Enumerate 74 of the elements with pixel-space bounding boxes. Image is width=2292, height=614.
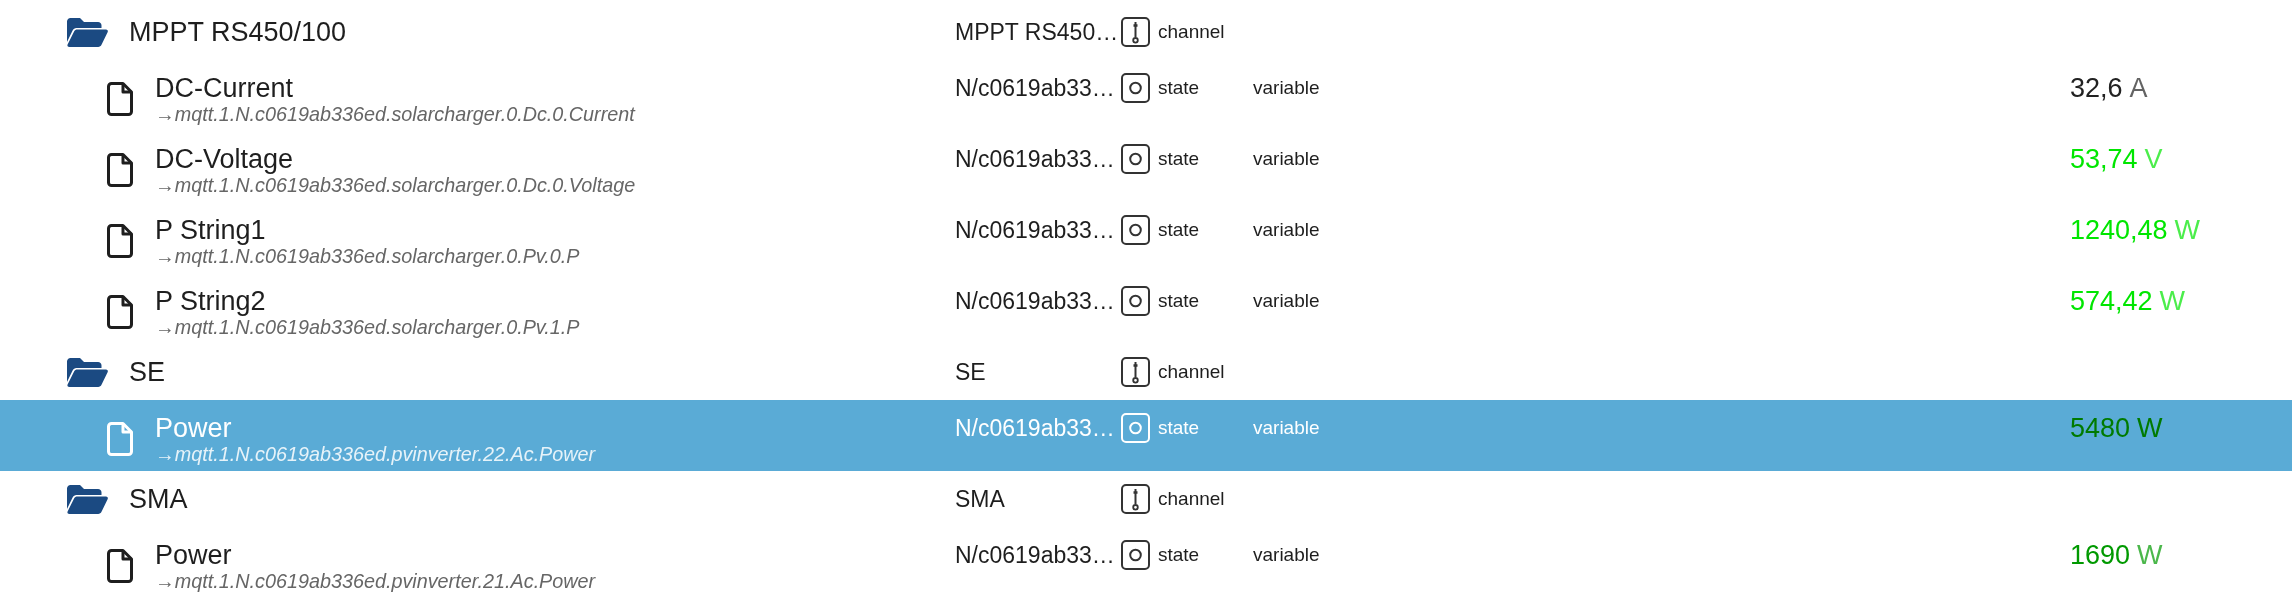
circle-box-icon bbox=[1121, 144, 1150, 174]
object-id: MPPT RS450… bbox=[955, 19, 1119, 45]
alias-path: →mqtt.1.N.c0619ab336ed.pvinverter.22.Ac.Power bbox=[155, 443, 596, 465]
unit-label: V bbox=[2144, 144, 2163, 174]
role-label: variable bbox=[1253, 290, 1320, 311]
state-value: 5480 bbox=[2070, 413, 2131, 443]
unit-label: W bbox=[2159, 286, 2186, 316]
tree-row[interactable]: SE SE channel bbox=[0, 344, 2292, 400]
type-label: state bbox=[1158, 218, 1200, 242]
document-icon bbox=[107, 295, 133, 329]
document-icon bbox=[107, 82, 133, 116]
state-name: DC-Current bbox=[155, 73, 295, 103]
document-icon bbox=[107, 153, 133, 187]
document-icon bbox=[107, 549, 133, 583]
role-label: variable bbox=[1253, 544, 1320, 565]
pin-box-icon bbox=[1121, 357, 1150, 387]
tree-row[interactable]: P String1 →mqtt.1.N.c0619ab336ed.solarcharger.0.Pv.0.P N/c0619ab33… state variable 1240,48 W bbox=[0, 202, 2292, 273]
folder-name: SMA bbox=[129, 484, 188, 514]
tree-row[interactable]: SMA SMA channel bbox=[0, 471, 2292, 527]
state-name: DC-Voltage bbox=[155, 144, 295, 174]
object-id: N/c0619ab33… bbox=[955, 217, 1115, 243]
tree-row[interactable]: DC-Voltage →mqtt.1.N.c0619ab336ed.solarcharger.0.Dc.0.Voltage N/c0619ab33… state variable 53,74 V bbox=[0, 131, 2292, 202]
type-label: state bbox=[1158, 289, 1200, 313]
type-label: state bbox=[1158, 76, 1200, 100]
circle-box-icon bbox=[1121, 73, 1150, 103]
alias-path: →mqtt.1.N.c0619ab336ed.pvinverter.21.Ac.Power bbox=[155, 570, 596, 592]
state-value: 574,42 bbox=[2070, 286, 2153, 316]
circle-box-icon bbox=[1121, 215, 1150, 245]
type-label: state bbox=[1158, 416, 1200, 440]
document-icon bbox=[107, 224, 133, 258]
object-id: SE bbox=[955, 359, 986, 385]
tree-row[interactable]: DC-Current →mqtt.1.N.c0619ab336ed.solarcharger.0.Dc.0.Current N/c0619ab33… state variable 32,6 A bbox=[0, 60, 2292, 131]
role-label: variable bbox=[1253, 417, 1320, 438]
role-label: variable bbox=[1253, 148, 1320, 169]
tree-row[interactable]: MPPT RS450/100 MPPT RS450… channel bbox=[0, 4, 2292, 60]
pin-box-icon bbox=[1121, 17, 1150, 47]
state-value: 1240,48 bbox=[2070, 215, 2168, 245]
object-id: N/c0619ab33… bbox=[955, 75, 1115, 101]
alias-path: →mqtt.1.N.c0619ab336ed.solarcharger.0.Pv.1.P bbox=[155, 316, 580, 338]
alias-path: →mqtt.1.N.c0619ab336ed.solarcharger.0.Pv.0.P bbox=[155, 245, 580, 267]
state-value: 32,6 bbox=[2070, 73, 2123, 103]
state-name: Power bbox=[155, 540, 233, 570]
state-name: P String1 bbox=[155, 215, 267, 245]
object-id: N/c0619ab33… bbox=[955, 542, 1115, 568]
state-value: 53,74 bbox=[2070, 144, 2138, 174]
unit-label: A bbox=[2129, 73, 2148, 103]
tree-row[interactable]: Power →mqtt.1.N.c0619ab336ed.pvinverter.21.Ac.Power N/c0619ab33… state variable 1690 W bbox=[0, 527, 2292, 598]
type-label: state bbox=[1158, 543, 1200, 567]
object-id: N/c0619ab33… bbox=[955, 146, 1115, 172]
circle-box-icon bbox=[1121, 413, 1150, 443]
state-name: P String2 bbox=[155, 286, 267, 316]
object-id: N/c0619ab33… bbox=[955, 288, 1115, 314]
unit-label: W bbox=[2174, 215, 2201, 245]
state-value: 1690 bbox=[2070, 540, 2131, 570]
type-label: channel bbox=[1158, 487, 1225, 511]
type-label: state bbox=[1158, 147, 1200, 171]
object-id: SMA bbox=[955, 486, 1005, 512]
pin-box-icon bbox=[1121, 484, 1150, 514]
unit-label: W bbox=[2137, 413, 2163, 443]
folder-name: MPPT RS450/100 bbox=[129, 17, 347, 47]
role-label: variable bbox=[1253, 77, 1320, 98]
object-id: N/c0619ab33… bbox=[955, 415, 1115, 441]
circle-box-icon bbox=[1121, 540, 1150, 570]
type-label: channel bbox=[1158, 360, 1225, 384]
role-label: variable bbox=[1253, 219, 1320, 240]
folder-name: SE bbox=[129, 357, 166, 387]
document-icon bbox=[107, 422, 133, 456]
tree-row[interactable]: P String2 →mqtt.1.N.c0619ab336ed.solarcharger.0.Pv.1.P N/c0619ab33… state variable 574,42 W bbox=[0, 273, 2292, 344]
state-name: Power bbox=[155, 413, 233, 443]
circle-box-icon bbox=[1121, 286, 1150, 316]
unit-label: W bbox=[2137, 540, 2163, 570]
type-label: channel bbox=[1158, 20, 1225, 44]
alias-path: →mqtt.1.N.c0619ab336ed.solarcharger.0.Dc.0.Voltage bbox=[155, 174, 636, 196]
alias-path: →mqtt.1.N.c0619ab336ed.solarcharger.0.Dc.0.Current bbox=[155, 103, 635, 125]
